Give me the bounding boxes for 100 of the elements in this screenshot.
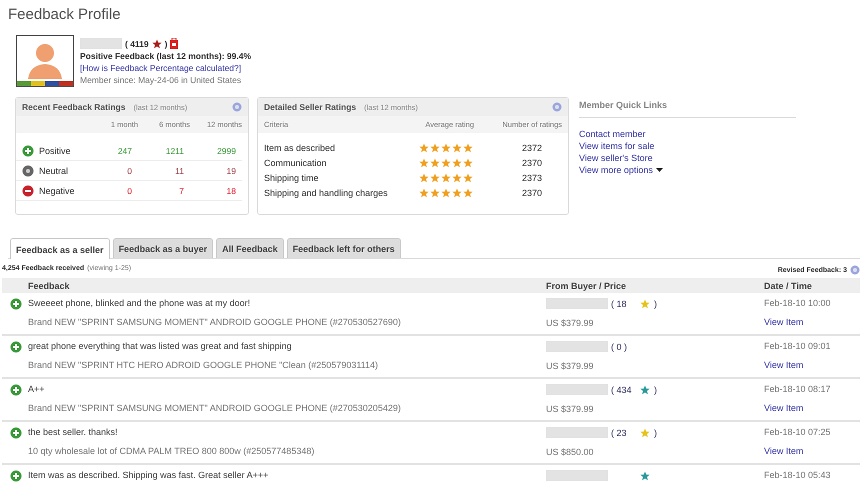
tab[interactable]: Feedback as a seller [10,238,110,259]
item-title: Brand NEW "SPRINT HTC HERO ADROID GOOGLE PHONE "Clean (#250579031114) [28,360,380,370]
star-icon [463,173,473,182]
view-item-link[interactable]: View Item [764,360,852,370]
star-icon [419,173,429,182]
rating-count: 18 [226,186,236,196]
tab[interactable]: Feedback left for others [286,238,401,258]
plus-circle-icon [10,384,22,396]
quick-link[interactable]: View items for sale [579,141,856,151]
rating-count: 0 [126,186,132,196]
member-since-text: Member since: May-24-06 in United States [80,75,242,85]
price-text: US $379.99 [546,404,595,414]
tab[interactable]: All Feedback [216,238,284,258]
criteria-label: Shipping and handling charges [264,188,389,198]
star-icon [452,158,462,167]
item-title: 10 qty wholesale lot of CDMA PALM TREO 800 800w (#250577485348) [28,446,316,456]
avatar-icon [16,35,74,87]
star-icon [441,158,451,167]
feedback-comment: Item was as described. Shipping was fast. Great seller A+++ [28,470,270,480]
redaction-bar [80,38,122,49]
info-icon [850,265,860,275]
item-title: Brand NEW "SPRINT SAMSUNG MOMENT" ANDROID GOOGLE PHONE (#270530527690) [28,317,402,327]
date-time: Feb-18-10 08:17 [764,384,832,394]
rating-count: 2370 [520,158,543,168]
star-icon [430,173,440,182]
rating-count: 11 [174,166,184,176]
item-title: Brand NEW "SPRINT SAMSUNG MOMENT" ANDROID GOOGLE PHONE (#270530205429) [28,403,402,413]
store-icon [170,38,178,49]
rating-label: Neutral [39,166,68,176]
rating-count: 247 [116,146,132,156]
star-icon [441,143,451,152]
tab[interactable]: Feedback as a buyer [112,238,214,258]
star-icon [463,143,473,152]
star-icon [419,143,429,152]
star-icon [463,188,473,197]
score-paren: ) [654,428,657,438]
quick-link[interactable]: View seller's Store [579,153,856,163]
score-paren: ) [164,38,168,48]
help-link[interactable]: [How is Feedback Percentage calculated?] [80,63,252,73]
page-title: Feedback Profile [8,5,122,25]
quick-link[interactable]: View more options [579,165,653,175]
section-title: Member Quick Links [579,100,796,118]
criteria-label: Item as described [264,142,336,152]
view-item-link[interactable]: View Item [764,317,852,327]
plus-circle-icon [10,341,22,353]
feedback-comment: the best seller. thanks! [28,427,119,437]
date-time: Feb-18-10 10:00 [764,298,832,308]
star-icon [430,188,440,197]
rating-count: 19 [226,166,236,176]
star-icon [463,158,473,167]
rating-count: 2370 [520,188,543,198]
rating-count: 0 [126,166,132,176]
view-item-link[interactable]: View Item [764,446,852,456]
neutral-circle-icon [22,164,34,176]
buyer-score: ( 23 [611,428,627,438]
date-time: Feb-18-10 05:43 [764,470,832,480]
buyer-score: ( 18 [611,298,627,308]
score-paren: ) [654,298,657,308]
column-header: From Buyer / Price [546,281,628,291]
date-time: Feb-18-10 09:01 [764,341,832,351]
rating-label: Positive [39,146,71,156]
feedback-comment: great phone everything that was listed was great and fast shipping [28,341,293,351]
redaction-bar [546,298,608,309]
feedback-comment: A++ [28,384,46,394]
buyer-score: ( 434 [611,384,632,394]
redaction-bar [546,384,608,395]
quick-link[interactable]: Contact member [579,129,856,139]
rating-count: 1211 [164,146,184,156]
redaction-bar [546,427,608,438]
plus-circle-icon [10,427,22,439]
minus-circle-icon [22,184,34,196]
criteria-label: Shipping time [264,172,320,182]
date-time: Feb-18-10 07:25 [764,427,832,437]
star-icon [419,188,429,197]
star-icon [152,39,162,48]
plus-circle-icon [22,144,34,156]
rating-count: 2372 [520,142,543,152]
panel-title: Detailed Seller Ratings [264,102,356,112]
rating-count: 2999 [216,146,236,156]
column-header: Date / Time [764,281,813,291]
star-icon [441,173,451,182]
star-icon [419,158,429,167]
price-text: US $850.00 [546,447,595,457]
plus-circle-icon [10,298,22,310]
rating-count: 2373 [520,172,543,182]
star-icon [441,188,451,197]
info-icon [232,102,242,112]
star-icon [430,158,440,167]
star-icon [430,143,440,152]
column-header: Feedback [28,281,71,291]
rating-count: 7 [178,186,184,196]
score-paren: ) [654,384,657,394]
buyer-score: ( 0 ) [611,342,628,352]
panel-title: Recent Feedback Ratings [22,102,126,112]
rating-label: Negative [39,186,75,196]
criteria-label: Communication [264,158,328,168]
caret-down-icon [656,168,663,172]
feedback-score: ( 4119 [125,38,149,48]
view-item-link[interactable]: View Item [764,403,852,413]
star-icon [452,143,462,152]
